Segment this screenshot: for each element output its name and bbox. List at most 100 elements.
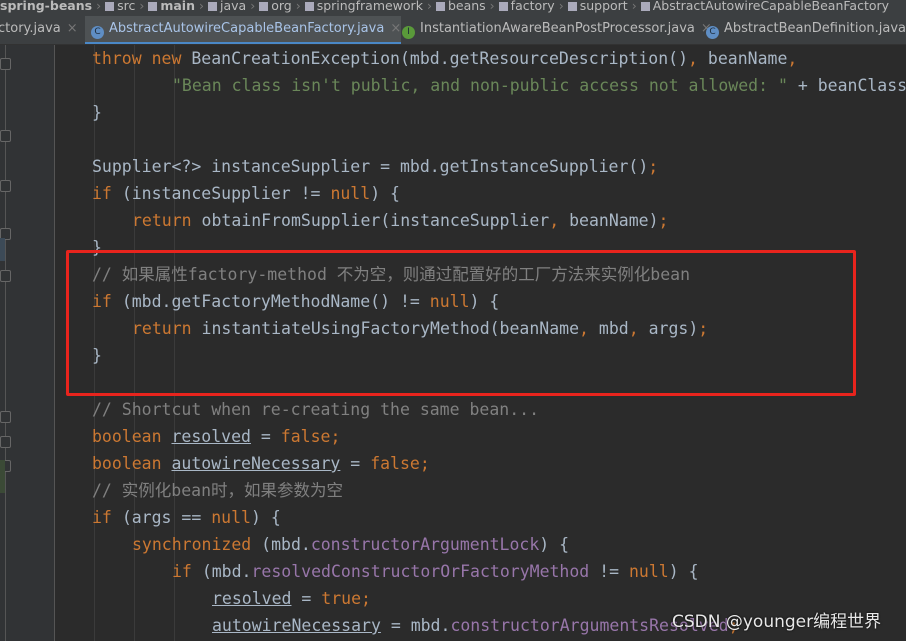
breadcrumb-separator: ›	[250, 0, 256, 13]
tab-instantiationawarebeanpostprocessor-java[interactable]: I InstantiationAwareBeanPostProcessor.jav…	[396, 16, 712, 44]
code-line: boolean resolved = false;	[92, 423, 340, 450]
code-token: boolean	[92, 454, 172, 473]
code-token: ) {	[668, 562, 699, 581]
folder-icon	[498, 2, 508, 11]
code-token: null	[211, 508, 251, 527]
code-line: // 实例化bean时，如果参数为空	[92, 477, 343, 504]
code-line: if (args == null) {	[92, 504, 281, 531]
code-token: // Shortcut when re-creating the same be…	[92, 400, 540, 419]
highlight-box	[66, 250, 856, 396]
breadcrumb-separator: ›	[631, 0, 637, 13]
code-token: }	[92, 103, 102, 122]
code-line: synchronized (mbd.constructorArgumentLoc…	[132, 531, 569, 558]
breadcrumb-item[interactable]: java	[220, 0, 246, 12]
code-token: ,	[688, 49, 708, 68]
breadcrumb-item[interactable]: src	[117, 0, 135, 12]
code-token: // 实例化bean时，如果参数为空	[92, 481, 344, 500]
code-token: ;	[658, 211, 669, 230]
code-token: beanName)	[569, 211, 659, 230]
tab-ctory-java[interactable]: ctory.java ×	[0, 16, 78, 44]
code-token: Supplier<?> instanceSupplier = mbd.getIn…	[92, 157, 649, 176]
code-line: }	[92, 99, 102, 126]
tab-label: InstantiationAwareBeanPostProcessor.java	[420, 21, 695, 36]
code-line: boolean autowireNecessary = false;	[92, 450, 430, 477]
code-token: (args ==	[121, 508, 212, 527]
folder-icon	[640, 2, 650, 11]
code-token: "Bean class isn't public, and non-public…	[172, 76, 788, 95]
code-token: if	[92, 184, 122, 203]
code-token: autowireNecessary	[212, 616, 381, 635]
editor-tabs: ctory.java × C AbstractAutowireCapableBeanF…	[0, 16, 906, 45]
code-line: "Bean class isn't public, and non-public…	[172, 72, 906, 99]
tab-label: ctory.java	[0, 21, 61, 36]
code-token: (instanceSupplier !=	[121, 184, 331, 203]
breadcrumb-item[interactable]: org	[271, 0, 292, 12]
folder-icon	[567, 2, 577, 11]
code-line: resolved = true;	[212, 585, 371, 612]
code-token: resolved	[171, 427, 251, 446]
code-token: =	[340, 454, 371, 473]
code-line: return obtainFromSupplier(instanceSuppli…	[132, 207, 668, 234]
code-token: constructorArgumentLock	[310, 535, 540, 554]
folder-icon	[207, 2, 217, 11]
code-token: (mbd.	[261, 535, 311, 554]
code-token: resolvedConstructorOrFactoryMethod	[251, 562, 590, 581]
code-line: if (instanceSupplier != null) {	[92, 180, 400, 207]
tab-abstractautowirecapablebeanfactory-java[interactable]: C AbstractAutowireCapableBeanFactory.java…	[85, 16, 402, 44]
code-token: if	[92, 508, 122, 527]
code-token: (mbd.	[201, 562, 252, 581]
breadcrumb-separator: ›	[198, 0, 204, 13]
code-line: autowireNecessary = mbd.constructorArgum…	[212, 612, 739, 639]
code-token: true;	[321, 589, 371, 608]
code-token: ) {	[250, 508, 281, 527]
breadcrumb-item[interactable]: support	[580, 0, 628, 12]
code-token: null	[330, 184, 371, 203]
code-token: false;	[280, 427, 341, 446]
breadcrumb-item[interactable]: spring-beans	[0, 0, 92, 12]
code-token: beanName	[707, 49, 788, 68]
breadcrumb-item[interactable]: springframework	[317, 0, 423, 12]
breadcrumb-separator: ›	[295, 0, 301, 13]
breadcrumb-item[interactable]: beans	[448, 0, 486, 12]
class-icon: C	[91, 26, 104, 39]
code-token: false;	[370, 454, 430, 473]
code-token: = mbd.	[380, 616, 451, 635]
code-token: ) {	[370, 184, 400, 203]
code-token: return	[132, 211, 202, 230]
folder-icon	[435, 2, 445, 11]
code-token: ,	[787, 49, 798, 68]
tab-label: AbstractAutowireCapableBeanFactory.java	[109, 21, 385, 36]
class-icon: C	[706, 26, 719, 39]
code-token: ) {	[539, 535, 570, 554]
tab-abstractbeandefinition-java[interactable]: CAbstractBeanDefinition.java×	[700, 16, 906, 44]
code-token: =	[291, 589, 322, 608]
code-token: boolean	[92, 427, 172, 446]
code-token: =	[250, 427, 281, 446]
code-token: synchronized	[132, 535, 262, 554]
code-token: ,	[549, 211, 570, 230]
code-token: BeanCreationException(mbd.getResourceDes…	[191, 49, 689, 68]
breadcrumb-item[interactable]: main	[160, 0, 195, 12]
folder-icon	[105, 2, 115, 11]
tab-label: AbstractBeanDefinition.java	[724, 21, 906, 36]
code-token: throw new	[92, 49, 192, 68]
breadcrumb-separator: ›	[489, 0, 495, 13]
code-token: null	[629, 562, 669, 581]
close-icon[interactable]: ×	[67, 21, 78, 36]
breadcrumb-separator: ›	[96, 0, 102, 13]
breadcrumb-item[interactable]: factory	[511, 0, 555, 12]
breadcrumb-separator: ›	[426, 0, 432, 13]
folder-icon	[259, 2, 269, 11]
code-token: obtainFromSupplier(instanceSupplier	[201, 211, 550, 230]
watermark: CSDN @younger编程世界	[672, 612, 882, 632]
code-token: ;	[648, 157, 659, 176]
folder-icon	[304, 2, 314, 11]
code-token: resolved	[212, 589, 292, 608]
code-token: autowireNecessary	[171, 454, 341, 473]
folder-icon	[148, 2, 158, 11]
code-line: throw new BeanCreationException(mbd.getR…	[92, 45, 797, 72]
code-line: if (mbd.resolvedConstructorOrFactoryMeth…	[172, 558, 699, 585]
code-line: Supplier<?> instanceSupplier = mbd.getIn…	[92, 153, 658, 180]
breadcrumb-item[interactable]: AbstractAutowireCapableBeanFactory	[653, 0, 889, 12]
breadcrumb-separator: ›	[558, 0, 564, 13]
